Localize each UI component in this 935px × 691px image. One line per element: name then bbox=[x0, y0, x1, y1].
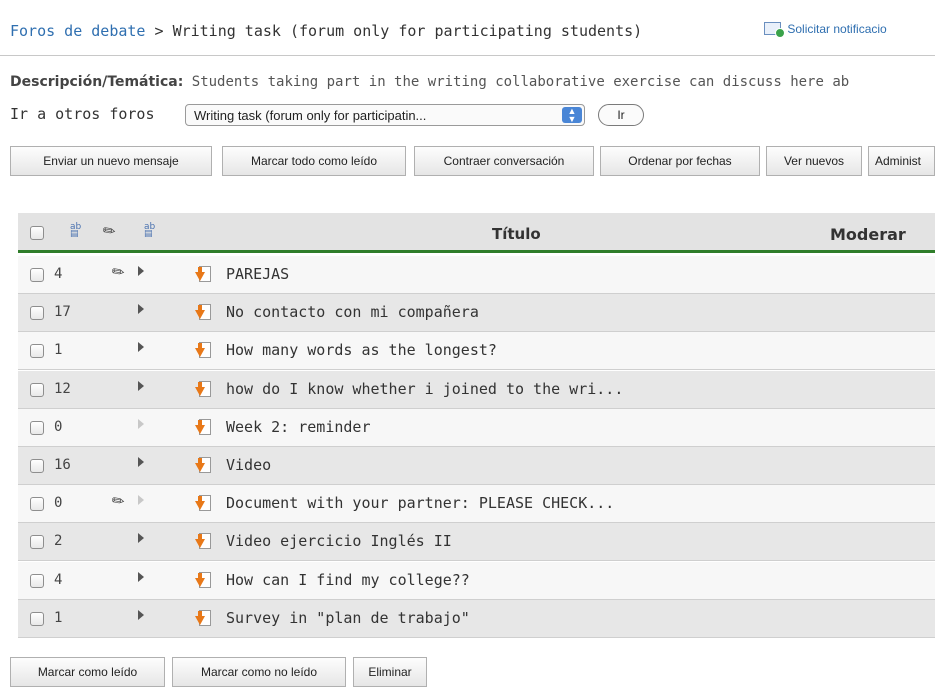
administer-button[interactable]: Administ bbox=[868, 146, 935, 176]
expand-arrow-icon[interactable] bbox=[138, 266, 144, 276]
reply-count: 12 bbox=[54, 381, 71, 397]
thread-download-icon bbox=[195, 381, 213, 399]
thread-download-icon bbox=[195, 572, 213, 590]
column-title[interactable]: Título bbox=[492, 225, 541, 243]
forum-description: Descripción/Temática: Students taking pa… bbox=[10, 74, 849, 90]
mark-read-button[interactable]: Marcar como leído bbox=[10, 657, 165, 687]
thread-title[interactable]: Week 2: reminder bbox=[226, 418, 371, 436]
thread-title[interactable]: Video ejercicio Inglés II bbox=[226, 532, 452, 550]
paperclip-icon: ✎ bbox=[98, 220, 120, 242]
thread-title[interactable]: how do I know whether i joined to the wr… bbox=[226, 380, 623, 398]
row-checkbox[interactable] bbox=[30, 383, 44, 397]
reply-count: 2 bbox=[54, 533, 63, 549]
mark-unread-button[interactable]: Marcar como no leído bbox=[172, 657, 346, 687]
table-row: 4 How can I find my college?? bbox=[18, 562, 935, 600]
row-checkbox[interactable] bbox=[30, 421, 44, 435]
table-row: 0 Week 2: reminder bbox=[18, 409, 935, 447]
thread-download-icon bbox=[195, 533, 213, 551]
expand-arrow-icon[interactable] bbox=[138, 419, 144, 429]
sort-by-date-button[interactable]: Ordenar por fechas bbox=[600, 146, 760, 176]
go-button[interactable]: Ir bbox=[598, 104, 644, 126]
breadcrumb-separator: > bbox=[154, 22, 164, 40]
forum-select[interactable]: Writing task (forum only for participati… bbox=[185, 104, 585, 126]
breadcrumb: Foros de debate > Writing task (forum on… bbox=[10, 22, 642, 40]
table-row: 16 Video bbox=[18, 447, 935, 485]
new-message-button[interactable]: Enviar un nuevo mensaje bbox=[10, 146, 212, 176]
table-row: 1 How many words as the longest? bbox=[18, 332, 935, 370]
reply-count: 0 bbox=[54, 495, 63, 511]
status-sort-icon[interactable]: ab ▤ bbox=[144, 223, 158, 239]
notification-link[interactable]: Solicitar notificacio bbox=[764, 22, 887, 38]
thread-download-icon bbox=[195, 610, 213, 628]
expand-arrow-icon[interactable] bbox=[138, 457, 144, 467]
breadcrumb-current: Writing task (forum only for participati… bbox=[172, 22, 643, 40]
row-checkbox[interactable] bbox=[30, 459, 44, 473]
thread-download-icon bbox=[195, 495, 213, 513]
reply-count: 0 bbox=[54, 419, 63, 435]
expand-arrow-icon[interactable] bbox=[138, 304, 144, 314]
column-moderate: Moderar bbox=[830, 225, 906, 244]
reply-count: 4 bbox=[54, 266, 63, 282]
table-header: ab ▤ ✎ ab ▤ Título Moderar bbox=[18, 213, 935, 253]
table-row: 12 how do I know whether i joined to the … bbox=[18, 371, 935, 409]
expand-arrow-icon[interactable] bbox=[138, 342, 144, 352]
expand-arrow-icon[interactable] bbox=[138, 381, 144, 391]
table-row: 2 Video ejercicio Inglés II bbox=[18, 523, 935, 561]
expand-arrow-icon[interactable] bbox=[138, 610, 144, 620]
footer-actions: Marcar como leído Marcar como no leído E… bbox=[0, 655, 935, 691]
description-label: Descripción/Temática: bbox=[10, 74, 184, 90]
row-checkbox[interactable] bbox=[30, 612, 44, 626]
thread-download-icon bbox=[195, 457, 213, 475]
description-text: Students taking part in the writing coll… bbox=[191, 74, 850, 90]
paperclip-icon: ✎ bbox=[107, 490, 129, 512]
reply-count: 17 bbox=[54, 304, 71, 320]
thread-download-icon bbox=[195, 266, 213, 284]
expand-arrow-icon[interactable] bbox=[138, 495, 144, 505]
reply-count: 4 bbox=[54, 572, 63, 588]
select-all-checkbox[interactable] bbox=[30, 226, 44, 240]
delete-button[interactable]: Eliminar bbox=[353, 657, 427, 687]
expand-arrow-icon[interactable] bbox=[138, 533, 144, 543]
envelope-icon bbox=[764, 22, 785, 38]
table-row: 4 ✎ PAREJAS bbox=[18, 256, 935, 294]
table-row: 1 Survey in "plan de trabajo" bbox=[18, 600, 935, 638]
table-row: 17 No contacto con mi compañera bbox=[18, 294, 935, 332]
reply-count: 1 bbox=[54, 342, 63, 358]
expand-arrow-icon[interactable] bbox=[138, 572, 144, 582]
row-checkbox[interactable] bbox=[30, 344, 44, 358]
row-checkbox[interactable] bbox=[30, 574, 44, 588]
forum-header: Foros de debate > Writing task (forum on… bbox=[0, 0, 935, 56]
thread-title[interactable]: How can I find my college?? bbox=[226, 571, 470, 589]
reply-count: 1 bbox=[54, 610, 63, 626]
notification-label: Solicitar notificacio bbox=[787, 22, 887, 36]
thread-title[interactable]: Survey in "plan de trabajo" bbox=[226, 609, 470, 627]
row-checkbox[interactable] bbox=[30, 306, 44, 320]
table-row: 0 ✎ Document with your partner: PLEASE CHE… bbox=[18, 485, 935, 523]
thread-title[interactable]: Video bbox=[226, 456, 271, 474]
thread-title[interactable]: How many words as the longest? bbox=[226, 341, 497, 359]
select-arrows-icon: ▲ ▼ bbox=[562, 107, 582, 124]
view-new-button[interactable]: Ver nuevos bbox=[766, 146, 862, 176]
forum-page: Foros de debate > Writing task (forum on… bbox=[0, 0, 935, 691]
reply-count: 16 bbox=[54, 457, 71, 473]
goto-label: Ir a otros foros bbox=[10, 105, 155, 123]
row-checkbox[interactable] bbox=[30, 535, 44, 549]
thread-title[interactable]: No contacto con mi compañera bbox=[226, 303, 479, 321]
paperclip-icon: ✎ bbox=[107, 261, 129, 283]
count-sort-icon[interactable]: ab ▤ bbox=[70, 223, 84, 239]
breadcrumb-forums-link[interactable]: Foros de debate bbox=[10, 22, 145, 40]
forum-select-value: Writing task (forum only for participati… bbox=[194, 108, 427, 123]
thread-title[interactable]: PAREJAS bbox=[226, 265, 289, 283]
row-checkbox[interactable] bbox=[30, 497, 44, 511]
mark-all-read-button[interactable]: Marcar todo como leído bbox=[222, 146, 406, 176]
thread-download-icon bbox=[195, 304, 213, 322]
row-checkbox[interactable] bbox=[30, 268, 44, 282]
thread-download-icon bbox=[195, 342, 213, 360]
thread-download-icon bbox=[195, 419, 213, 437]
collapse-thread-button[interactable]: Contraer conversación bbox=[414, 146, 594, 176]
thread-title[interactable]: Document with your partner: PLEASE CHECK… bbox=[226, 494, 614, 512]
